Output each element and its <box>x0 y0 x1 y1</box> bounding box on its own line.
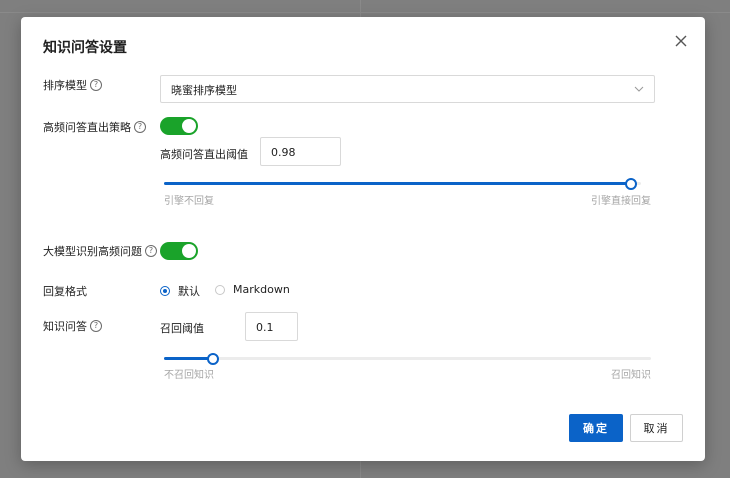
high-freq-slider-handle[interactable] <box>625 178 637 190</box>
background-divider <box>0 12 730 13</box>
help-icon[interactable]: ? <box>90 79 102 91</box>
help-icon[interactable]: ? <box>145 245 157 257</box>
reply-format-label: 回复格式 <box>43 285 87 298</box>
help-icon[interactable]: ? <box>134 121 146 133</box>
slider-max-label: 引擎直接回复 <box>591 196 651 207</box>
high-freq-slider-fill <box>164 182 631 185</box>
high-freq-threshold-label: 高频问答直出阈值 <box>160 148 248 161</box>
settings-dialog: 知识问答设置 排序模型 ? 晓蜜排序模型 高频问答直出策略 ? 高频问答直出阈值… <box>21 17 705 461</box>
radio-dot <box>160 286 170 296</box>
llm-high-freq-toggle[interactable] <box>160 242 198 260</box>
high-freq-strategy-toggle[interactable] <box>160 117 198 135</box>
close-icon[interactable] <box>673 33 689 49</box>
high-freq-threshold-input[interactable]: 0.98 <box>260 137 341 166</box>
slider-max-label: 召回知识 <box>611 370 651 381</box>
cancel-button[interactable]: 取消 <box>630 414 683 442</box>
help-icon[interactable]: ? <box>90 320 102 332</box>
dialog-title: 知识问答设置 <box>43 40 127 56</box>
sort-model-select[interactable]: 晓蜜排序模型 <box>160 75 655 103</box>
slider-min-label: 引擎不回复 <box>164 196 214 207</box>
radio-default[interactable]: 默认 <box>160 283 200 299</box>
chevron-down-icon <box>634 86 644 92</box>
sort-model-value: 晓蜜排序模型 <box>171 84 237 97</box>
high-freq-strategy-label: 高频问答直出策略 ? <box>43 119 146 135</box>
radio-markdown[interactable]: Markdown <box>215 283 290 296</box>
llm-high-freq-label: 大模型识别高频问题 ? <box>43 243 157 259</box>
recall-threshold-label: 召回阈值 <box>160 322 204 335</box>
radio-dot <box>215 284 225 295</box>
confirm-button[interactable]: 确定 <box>569 414 623 442</box>
slider-min-label: 不召回知识 <box>164 370 214 381</box>
recall-slider-track[interactable] <box>164 357 651 360</box>
recall-slider-fill <box>164 357 213 360</box>
sort-model-label: 排序模型 ? <box>43 77 102 93</box>
recall-slider-handle[interactable] <box>207 353 219 365</box>
toggle-knob <box>182 119 196 133</box>
recall-threshold-input[interactable]: 0.1 <box>245 312 298 341</box>
toggle-knob <box>182 244 196 258</box>
knowledge-qa-label: 知识问答 ? <box>43 318 102 334</box>
